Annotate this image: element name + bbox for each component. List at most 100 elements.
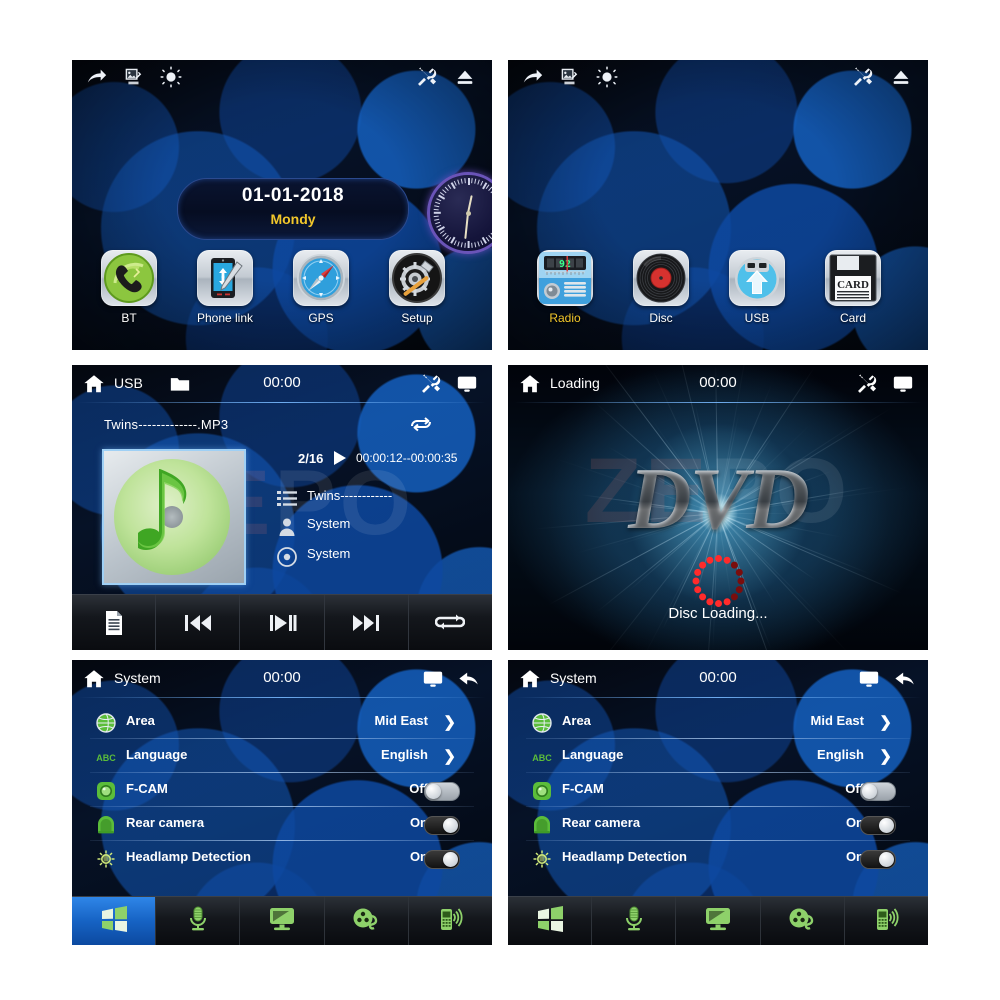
- nav-phone[interactable]: [845, 897, 928, 945]
- compass-icon[interactable]: [293, 250, 349, 306]
- app-label: Setup: [401, 311, 433, 325]
- phone-link-icon[interactable]: [197, 250, 253, 306]
- app-card[interactable]: CARD Card: [822, 250, 884, 325]
- nav-phone[interactable]: [409, 897, 492, 945]
- clock-tick: [457, 179, 460, 185]
- sd-card-icon[interactable]: CARD: [825, 250, 881, 306]
- app-radio[interactable]: 92 Radio: [534, 250, 596, 325]
- nav-video[interactable]: [761, 897, 845, 945]
- header-divider: [78, 402, 486, 403]
- row-divider: [526, 840, 910, 841]
- monitor-icon[interactable]: [892, 373, 914, 395]
- svg-text:ABC: ABC: [96, 753, 116, 763]
- chevron-right-icon[interactable]: ❯: [879, 747, 892, 765]
- app-phone-link[interactable]: Phone link: [194, 250, 256, 325]
- previous-button[interactable]: [156, 595, 241, 650]
- gallery-icon[interactable]: [558, 66, 580, 88]
- app-label: Phone link: [196, 311, 254, 325]
- clock-tick: [488, 234, 492, 240]
- chevron-right-icon[interactable]: ❯: [879, 713, 892, 731]
- clock-tick: [453, 180, 457, 186]
- row-divider: [526, 772, 910, 773]
- headlamp-icon: [96, 849, 116, 869]
- weekday-text: Mondy: [270, 211, 316, 227]
- toggle-switch[interactable]: [424, 850, 460, 869]
- nav-voice[interactable]: [592, 897, 677, 945]
- loading-spinner: [692, 555, 744, 607]
- setting-row-headlamp-detection[interactable]: Headlamp Detection On: [90, 840, 474, 874]
- clock-tick: [474, 178, 477, 184]
- toggle-switch[interactable]: [424, 816, 460, 835]
- share-arrow-icon[interactable]: [522, 66, 544, 88]
- nav-system[interactable]: [72, 897, 157, 945]
- date-widget[interactable]: 01-01-2018 Mondy: [177, 178, 409, 240]
- tools-icon[interactable]: [420, 373, 442, 395]
- transport-controls: [72, 594, 492, 650]
- gallery-icon[interactable]: [122, 66, 144, 88]
- repeat-all-icon[interactable]: [408, 413, 434, 433]
- monitor-icon[interactable]: [456, 373, 478, 395]
- eject-icon[interactable]: [890, 66, 912, 88]
- header-divider: [514, 402, 922, 403]
- clock-tick: [471, 242, 473, 248]
- setting-row-f-cam[interactable]: F-CAM Off: [526, 772, 910, 806]
- setting-row-headlamp-detection[interactable]: Headlamp Detection On: [526, 840, 910, 874]
- toggle-switch[interactable]: [860, 850, 896, 869]
- tools-icon[interactable]: [852, 66, 874, 88]
- back-arrow-icon[interactable]: [894, 668, 916, 690]
- usb-drive-icon[interactable]: [729, 250, 785, 306]
- setting-row-rear-camera[interactable]: Rear camera On: [90, 806, 474, 840]
- track-position: 2/16: [298, 451, 324, 466]
- clock-tick: [457, 241, 460, 247]
- play-pause-button[interactable]: [240, 595, 325, 650]
- back-arrow-icon[interactable]: [458, 668, 480, 690]
- app-disc[interactable]: Disc: [630, 250, 692, 325]
- clock-tick: [460, 242, 463, 248]
- toggle-switch[interactable]: [424, 782, 460, 801]
- meta-row-playlist: Twins------------: [277, 487, 487, 513]
- brightness-icon[interactable]: [160, 66, 182, 88]
- nav-voice[interactable]: [156, 897, 241, 945]
- nav-display[interactable]: [240, 897, 325, 945]
- track-filename: Twins-------------.MP3: [104, 417, 229, 432]
- repeat-button[interactable]: [409, 595, 492, 650]
- svg-text:CARD: CARD: [837, 279, 869, 291]
- setting-value: Mid East: [810, 713, 864, 728]
- gear-hammer-icon[interactable]: [389, 250, 445, 306]
- toggle-knob: [879, 818, 894, 833]
- nav-display[interactable]: [676, 897, 761, 945]
- toggle-switch[interactable]: [860, 816, 896, 835]
- setting-row-area[interactable]: Area Mid East ❯: [90, 704, 474, 738]
- meta-artist-value: System: [307, 516, 351, 531]
- album-art: [102, 449, 246, 585]
- app-usb[interactable]: USB: [726, 250, 788, 325]
- share-arrow-icon[interactable]: [86, 66, 108, 88]
- toggle-switch[interactable]: [860, 782, 896, 801]
- eject-icon[interactable]: [454, 66, 476, 88]
- nav-system[interactable]: [508, 897, 593, 945]
- setting-row-rear-camera[interactable]: Rear camera On: [526, 806, 910, 840]
- vinyl-disc-icon[interactable]: [633, 250, 689, 306]
- list-button[interactable]: [72, 595, 157, 650]
- setting-label: F-CAM: [562, 781, 604, 796]
- monitor-icon[interactable]: [422, 668, 444, 690]
- chevron-right-icon[interactable]: ❯: [443, 747, 456, 765]
- monitor-icon[interactable]: [858, 668, 880, 690]
- app-bt[interactable]: BT: [98, 250, 160, 325]
- bluetooth-phone-icon[interactable]: [101, 250, 157, 306]
- header-divider: [78, 697, 486, 698]
- tools-icon[interactable]: [416, 66, 438, 88]
- nav-video[interactable]: [325, 897, 409, 945]
- setting-row-language[interactable]: ABC Language English ❯: [526, 738, 910, 772]
- album-icon: [277, 547, 297, 567]
- tools-icon[interactable]: [856, 373, 878, 395]
- brightness-icon[interactable]: [596, 66, 618, 88]
- app-gps[interactable]: GPS: [290, 250, 352, 325]
- setting-row-f-cam[interactable]: F-CAM Off: [90, 772, 474, 806]
- setting-row-language[interactable]: ABC Language English ❯: [90, 738, 474, 772]
- app-setup[interactable]: Setup: [386, 250, 448, 325]
- next-button[interactable]: [325, 595, 409, 650]
- chevron-right-icon[interactable]: ❯: [443, 713, 456, 731]
- radio-icon[interactable]: 92: [537, 250, 593, 306]
- setting-row-area[interactable]: Area Mid East ❯: [526, 704, 910, 738]
